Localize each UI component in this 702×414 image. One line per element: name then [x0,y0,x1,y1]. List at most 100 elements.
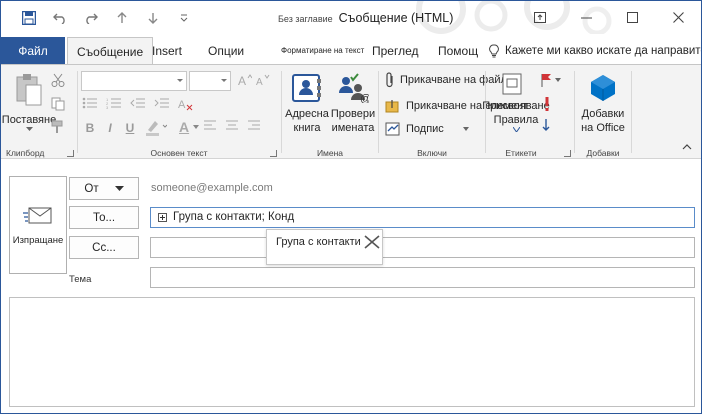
remove-icon[interactable] [363,234,381,250]
minimize-icon[interactable] [563,1,609,34]
previous-item-icon[interactable] [106,9,137,27]
font-color-button[interactable]: A [179,119,200,135]
document-title: Без заглавие [278,14,333,24]
assign-policy-label-1: Присвояване [482,100,550,112]
contact-group-drag-tooltip: Група с контакти [266,229,383,265]
subject-label: Тема [69,274,92,285]
tell-me-text: Кажете ми какво искате да направите [505,44,702,57]
office-addins-label-1: Добавки [581,108,625,120]
italic-button[interactable]: I [101,119,119,137]
check-names-icon: @ [339,73,369,103]
save-icon[interactable] [13,9,44,27]
tab-help[interactable]: Помощ [438,37,478,64]
align-center-icon[interactable] [225,119,239,131]
follow-up-button[interactable] [541,73,561,87]
flag-dropdown-icon [555,78,561,82]
collapse-ribbon-icon[interactable] [682,139,692,153]
expand-group-icon[interactable] [158,212,167,222]
color-buttons-row: A [145,118,200,136]
addins-group-label: Добавки [586,148,620,158]
numbering-icon[interactable]: 123 [106,97,122,109]
tab-format-text[interactable]: Форматиране на текст [281,37,364,64]
next-item-icon[interactable] [137,9,168,27]
office-addins-button[interactable]: Добавки на Office [577,73,629,135]
underline-button[interactable]: U [121,119,139,137]
basic-text-launcher-icon[interactable] [270,150,277,157]
address-book-icon [292,74,321,102]
ribbon-display-options-icon[interactable] [517,1,563,34]
to-field[interactable]: Група с контакти; Конд [150,207,695,228]
check-names-label-1: Провери [330,108,376,120]
decrease-indent-icon[interactable] [130,97,146,109]
assign-policy-button[interactable]: Присвояване Правила [482,99,550,132]
include-group-label: Включи [417,148,447,158]
high-importance-icon[interactable] [544,97,550,114]
increase-indent-icon[interactable] [154,97,170,109]
lightbulb-icon [489,44,499,57]
close-icon[interactable] [655,1,701,34]
names-group-label: Имена [316,148,344,158]
cut-icon[interactable] [51,73,65,90]
svg-text:A: A [256,77,263,86]
paste-icon [16,74,42,106]
tab-file[interactable]: Файл [1,37,65,64]
check-names-label-2: имената [331,122,375,134]
from-button[interactable]: От [69,177,139,200]
tags-group: Присвояване Правила Етикети [482,65,574,160]
redo-icon[interactable] [75,9,106,27]
svg-text:@: @ [360,93,369,103]
format-painter-icon[interactable] [51,120,65,137]
grow-font-icon[interactable]: A [238,74,253,89]
font-size-combo[interactable] [189,71,231,91]
tags-group-label: Етикети [505,148,537,158]
to-value: Група с контакти; Конд [173,211,295,223]
window-title: Без заглавие Съобщение (HTML) [278,11,453,25]
shrink-font-icon[interactable]: A [256,74,270,89]
signature-button[interactable]: Подпис [385,122,469,136]
align-left-icon[interactable] [203,119,217,131]
font-name-combo[interactable] [81,71,187,91]
tab-options[interactable]: Опции [208,37,244,64]
address-book-button[interactable]: Адресна книга [285,73,329,135]
ribbon: Поставяне Клипборд A A 1 2 3 A B I U A О… [1,64,701,159]
clipboard-group: Поставяне Клипборд [1,65,77,160]
check-names-button[interactable]: @ Провери имената [330,73,376,135]
flag-icon [541,74,551,87]
tags-launcher-icon[interactable] [564,150,571,157]
to-button[interactable]: То... [69,206,139,229]
clear-formatting-icon[interactable]: A [178,97,194,111]
assign-policy-dropdown-icon [512,127,520,132]
bullets-icon[interactable] [82,97,98,109]
align-buttons-row [203,119,261,131]
customize-qat-icon[interactable] [168,9,199,27]
send-icon [23,207,52,223]
align-right-icon[interactable] [247,119,261,131]
message-body[interactable] [9,297,695,407]
low-importance-icon[interactable] [542,119,550,134]
copy-icon[interactable] [51,97,65,114]
cc-field[interactable] [150,237,695,258]
names-group: Адресна книга @ Провери имената Имена [282,65,378,160]
cc-button[interactable]: Cc... [69,236,139,259]
svg-text:3: 3 [106,105,109,109]
font-color-dropdown-icon [193,125,200,129]
compose-area: Изпращане От someone@example.com То... Г… [1,160,701,413]
clipboard-launcher-icon[interactable] [67,150,74,157]
tab-review[interactable]: Преглед [372,37,419,64]
attach-item-icon [385,100,399,113]
undo-icon[interactable] [44,9,75,27]
tab-message[interactable]: Съобщение [67,37,154,65]
subject-field[interactable] [150,267,695,288]
tell-me-search[interactable]: Кажете ми какво искате да направите [489,37,702,64]
tab-insert[interactable]: Insert [152,37,182,64]
maximize-icon[interactable] [609,1,655,34]
address-book-label-2: книга [293,122,321,134]
font-color-label: A [179,119,190,135]
bold-button[interactable]: B [81,119,99,137]
signature-dropdown-icon [462,127,469,131]
from-address: someone@example.com [151,182,273,194]
send-button[interactable]: Изпращане [9,176,67,274]
paste-button[interactable]: Поставяне [2,73,56,131]
paste-dropdown-icon [25,127,33,131]
highlight-icon[interactable] [145,118,167,136]
